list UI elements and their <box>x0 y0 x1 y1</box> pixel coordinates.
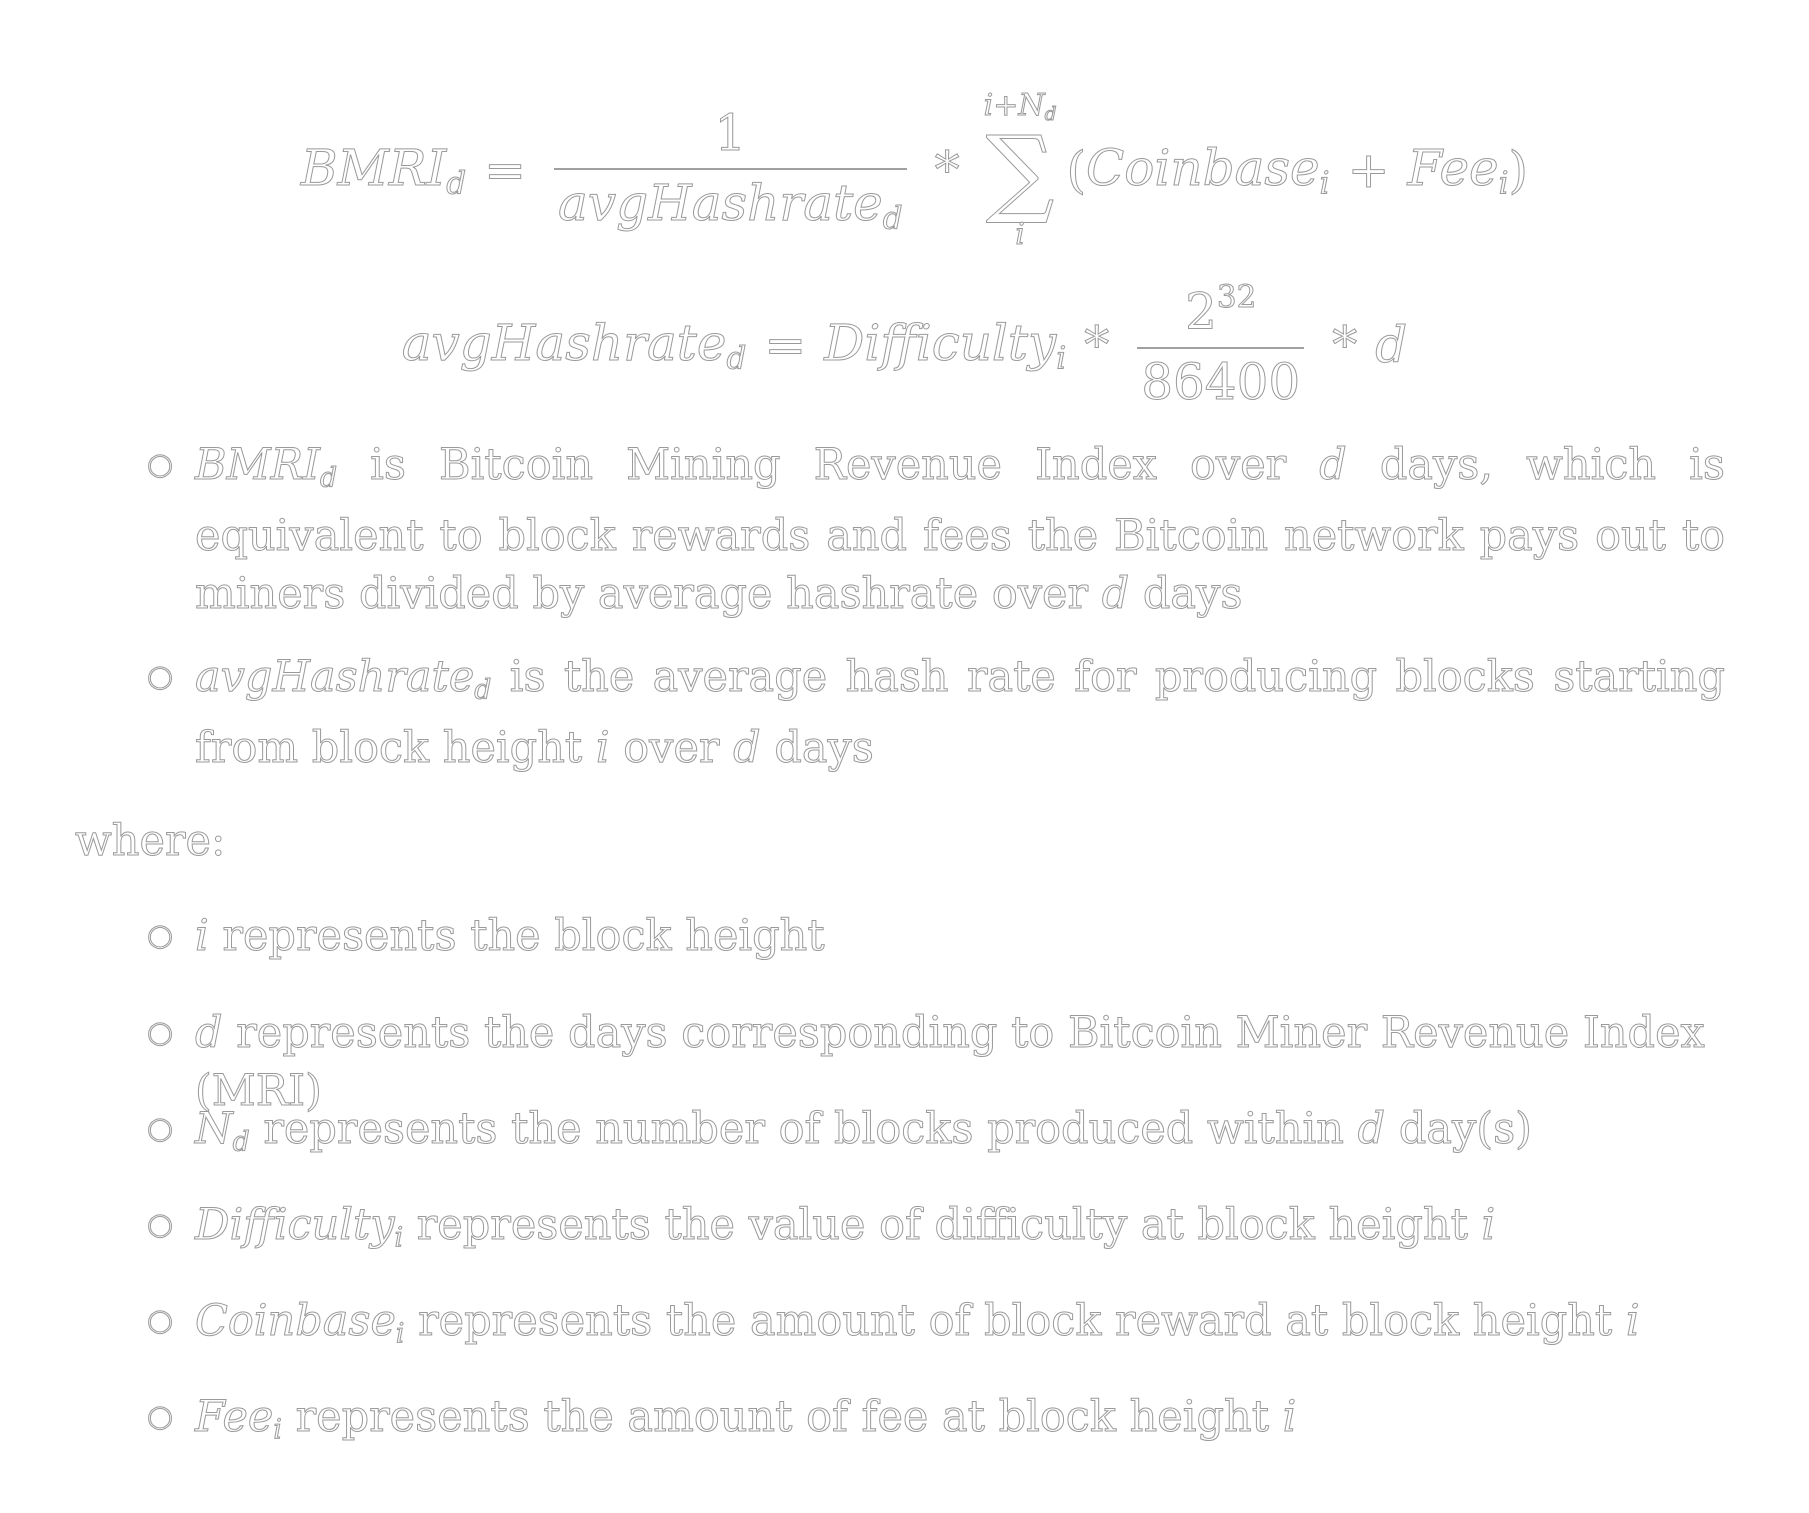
eq1-plus: + <box>1347 141 1390 200</box>
eq1-frac-bar <box>554 167 907 170</box>
bullet-circle-icon: ○ <box>146 1303 174 1339</box>
eq2-equals: = <box>764 316 807 375</box>
where-item-i: ○ i represents the block height <box>146 907 1725 965</box>
eq1-close-paren: ) <box>1508 141 1529 200</box>
where-label: where: <box>74 816 226 867</box>
eq1-summation: i+Nd ∑ i <box>983 88 1057 252</box>
eq2-frac-denominator: 86400 <box>1141 352 1301 411</box>
eq2-tail: d <box>1375 316 1408 375</box>
bullet-circle-icon: ○ <box>146 918 174 954</box>
where-item-fee: ○ Feei represents the amount of fee at b… <box>146 1388 1725 1459</box>
bullet-circle-icon: ○ <box>146 1111 174 1147</box>
bullet-circle-icon: ○ <box>146 1207 174 1243</box>
definition-text: avgHashrated is the average hash rate fo… <box>194 651 1725 774</box>
eq1-frac-numerator: 1 <box>714 103 747 162</box>
where-item-nd: ○ Nd represents the number of blocks pro… <box>146 1100 1725 1171</box>
definition-text: BMRId is Bitcoin Mining Revenue Index ov… <box>195 439 1726 620</box>
definition-var: avgHashrated <box>194 652 492 706</box>
definition-var: BMRId <box>195 440 338 494</box>
where-item-text: i represents the block height <box>195 911 826 962</box>
eq1-term-fee: Feei <box>1407 138 1509 202</box>
eq2-frac-bar <box>1137 346 1305 349</box>
where-item-text: Nd represents the number of blocks produ… <box>195 1104 1533 1158</box>
bullet-circle-icon: ○ <box>146 659 174 695</box>
sigma-symbol: ∑ <box>985 114 1055 227</box>
eq1-open-paren: ( <box>1066 141 1087 200</box>
eq2-lhs: avgHashrated <box>401 313 747 377</box>
eq1-sum-lower: i <box>1015 216 1026 252</box>
eq1-term-coinbase: Coinbasei <box>1086 138 1331 202</box>
bullet-circle-icon: ○ <box>146 1399 174 1435</box>
eq2-difficulty: Difficultyi <box>824 313 1067 377</box>
where-item-text: Coinbasei represents the amount of block… <box>195 1296 1641 1350</box>
bullet-circle-icon: ○ <box>146 1015 174 1051</box>
where-item-difficulty: ○ Difficultyi represents the value of di… <box>146 1196 1725 1267</box>
where-item-coinbase: ○ Coinbasei represents the amount of blo… <box>146 1292 1725 1363</box>
eq1-fraction: 1 avgHashrated <box>554 103 907 237</box>
eq2-times-2: * <box>1332 316 1358 375</box>
where-item-text: Feei represents the amount of fee at blo… <box>194 1392 1297 1446</box>
avg-hashrate-equation: avgHashrated = Difficultyi * 232 86400 *… <box>0 279 1809 412</box>
eq1-times: * <box>934 141 960 200</box>
eq2-frac-numerator: 232 <box>1185 279 1257 342</box>
eq1-lhs: BMRId <box>300 138 467 202</box>
bmri-equation: BMRId = 1 avgHashrated * i+Nd ∑ i ( Coin… <box>0 88 1809 252</box>
bullet-circle-icon: ○ <box>146 447 174 483</box>
definition-item-avg-hashrate: ○ avgHashrated is the average hash rate … <box>146 648 1725 777</box>
eq1-equals: = <box>484 141 527 200</box>
definition-item-bmri: ○ BMRId is Bitcoin Mining Revenue Index … <box>146 436 1726 623</box>
where-item-text: Difficultyi represents the value of diff… <box>195 1200 1496 1254</box>
eq2-times: * <box>1084 316 1110 375</box>
eq2-fraction: 232 86400 <box>1137 279 1305 411</box>
eq1-frac-denominator: avgHashrated <box>558 173 904 237</box>
